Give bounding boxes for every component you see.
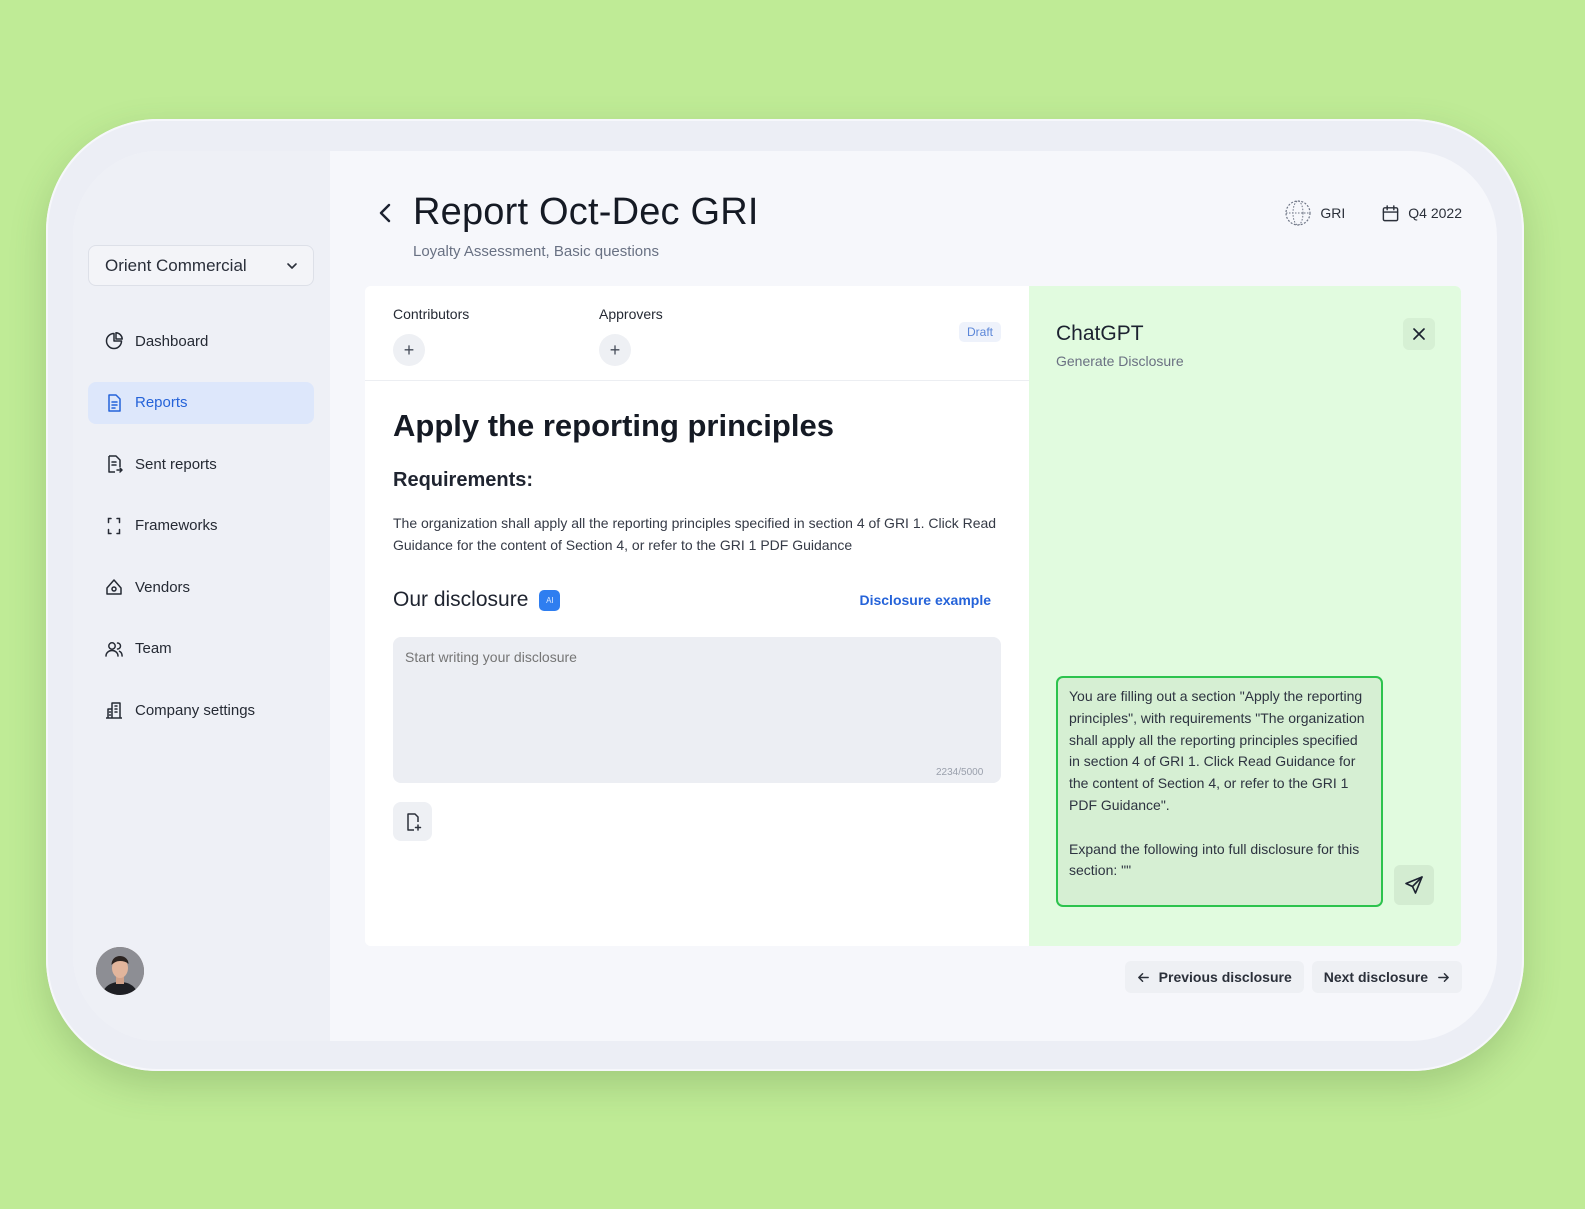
- requirements-text: The organization shall apply all the rep…: [393, 515, 997, 553]
- main-content: Report Oct-Dec GRI Loyalty Assessment, B…: [330, 151, 1497, 1041]
- sidebar-item-label: Vendors: [135, 578, 191, 596]
- arrow-right-icon: [1438, 972, 1449, 982]
- device-frame: Orient Commercial Dashboard Reports Sent…: [46, 119, 1524, 1071]
- sidebar-item-label: Sent reports: [135, 455, 217, 473]
- file-add-icon: [406, 812, 421, 831]
- disclosure-card: Contributors + Approvers + Draft Apply t…: [365, 286, 1461, 946]
- add-approver-button[interactable]: +: [599, 334, 631, 366]
- next-disclosure-label: Next disclosure: [1323, 969, 1428, 985]
- sidebar-nav: Dashboard Reports Sent reports Framework…: [88, 320, 314, 751]
- disclosure-editor-panel: Contributors + Approvers + Draft Apply t…: [365, 286, 1029, 946]
- gri-globe-icon: [1285, 200, 1311, 226]
- report-meta: GRI Q4 2022: [1284, 199, 1462, 227]
- chatgpt-panel: ChatGPT Generate Disclosure You are fill…: [1029, 286, 1461, 946]
- period-label: Q4 2022: [1408, 205, 1462, 221]
- app-screen: Orient Commercial Dashboard Reports Sent…: [73, 151, 1497, 1041]
- sidebar-item-vendors[interactable]: Vendors: [88, 566, 314, 608]
- contributors-label: Contributors: [393, 306, 470, 322]
- close-chatgpt-button[interactable]: [1403, 318, 1435, 350]
- sidebar-item-label: Team: [135, 640, 172, 657]
- plus-icon: +: [403, 339, 415, 360]
- chatgpt-title: ChatGPT: [1056, 322, 1144, 345]
- sidebar-item-dashboard[interactable]: Dashboard: [88, 320, 314, 362]
- ai-assist-button[interactable]: AI: [539, 589, 561, 611]
- section-title: Apply the reporting principles: [393, 408, 834, 443]
- organization-select-value: Orient Commercial: [105, 255, 247, 275]
- chatgpt-prompt-input[interactable]: You are filling out a section "Apply the…: [1056, 676, 1383, 907]
- avatar[interactable]: [96, 947, 144, 995]
- sidebar-item-label: Frameworks: [135, 517, 218, 534]
- period-badge: Q4 2022: [1381, 204, 1462, 223]
- sidebar-item-label: Dashboard: [135, 332, 209, 350]
- send-icon: [1405, 876, 1423, 894]
- sidebar-item-team[interactable]: Team: [88, 628, 314, 670]
- sidebar: Orient Commercial Dashboard Reports Sent…: [73, 151, 330, 1041]
- framework-label: GRI: [1320, 205, 1346, 221]
- document-icon: [108, 393, 121, 412]
- people-row: Contributors + Approvers + Draft: [365, 286, 1029, 381]
- previous-disclosure-button[interactable]: Previous disclosure: [1124, 961, 1304, 993]
- vendors-icon: [106, 579, 122, 595]
- disclosure-input[interactable]: [393, 637, 1001, 783]
- team-icon: [105, 641, 123, 657]
- contributors-group: Contributors +: [393, 306, 469, 366]
- page-subtitle: Loyalty Assessment, Basic questions: [413, 243, 659, 260]
- close-icon: [1413, 328, 1425, 340]
- frame-brackets-icon: [107, 517, 121, 534]
- sidebar-item-company-settings[interactable]: Company settings: [88, 689, 314, 731]
- sidebar-item-sent-reports[interactable]: Sent reports: [88, 443, 314, 485]
- send-prompt-button[interactable]: [1394, 865, 1434, 905]
- disclosure-pager: Previous disclosure Next disclosure: [1124, 961, 1462, 993]
- requirements-heading: Requirements:: [393, 469, 534, 491]
- approvers-label: Approvers: [599, 306, 663, 322]
- organization-select[interactable]: Orient Commercial: [88, 245, 314, 286]
- sidebar-item-label: Company settings: [135, 701, 256, 719]
- add-contributor-button[interactable]: +: [393, 334, 425, 366]
- sidebar-item-label: Reports: [135, 394, 188, 411]
- building-icon: [106, 702, 122, 719]
- framework-badge: GRI: [1284, 199, 1345, 227]
- calendar-icon: [1382, 204, 1399, 221]
- user-avatar-icon: [96, 947, 144, 995]
- arrow-left-icon: [1137, 972, 1149, 982]
- sidebar-item-frameworks[interactable]: Frameworks: [88, 505, 314, 547]
- page-title: Report Oct-Dec GRI: [413, 191, 759, 233]
- dashboard-pie-icon: [105, 332, 123, 350]
- disclosure-header: Our disclosure AI Disclosure example: [393, 588, 991, 612]
- disclosure-heading: Our disclosure: [393, 588, 529, 611]
- next-disclosure-button[interactable]: Next disclosure: [1311, 961, 1462, 993]
- status-badge: Draft: [958, 322, 1001, 342]
- plus-icon: +: [609, 339, 621, 360]
- chatgpt-subtitle: Generate Disclosure: [1056, 353, 1184, 369]
- previous-disclosure-label: Previous disclosure: [1158, 969, 1292, 985]
- sent-report-icon: [108, 455, 123, 473]
- approvers-group: Approvers +: [599, 306, 663, 366]
- back-arrow-icon[interactable]: [376, 201, 396, 225]
- character-counter: 2234/5000: [936, 767, 984, 778]
- attach-file-button[interactable]: [393, 802, 432, 841]
- sidebar-item-reports[interactable]: Reports: [88, 381, 314, 424]
- disclosure-title-group: Our disclosure AI: [393, 588, 561, 612]
- disclosure-example-link[interactable]: Disclosure example: [859, 592, 991, 608]
- chevron-down-icon: [287, 262, 297, 269]
